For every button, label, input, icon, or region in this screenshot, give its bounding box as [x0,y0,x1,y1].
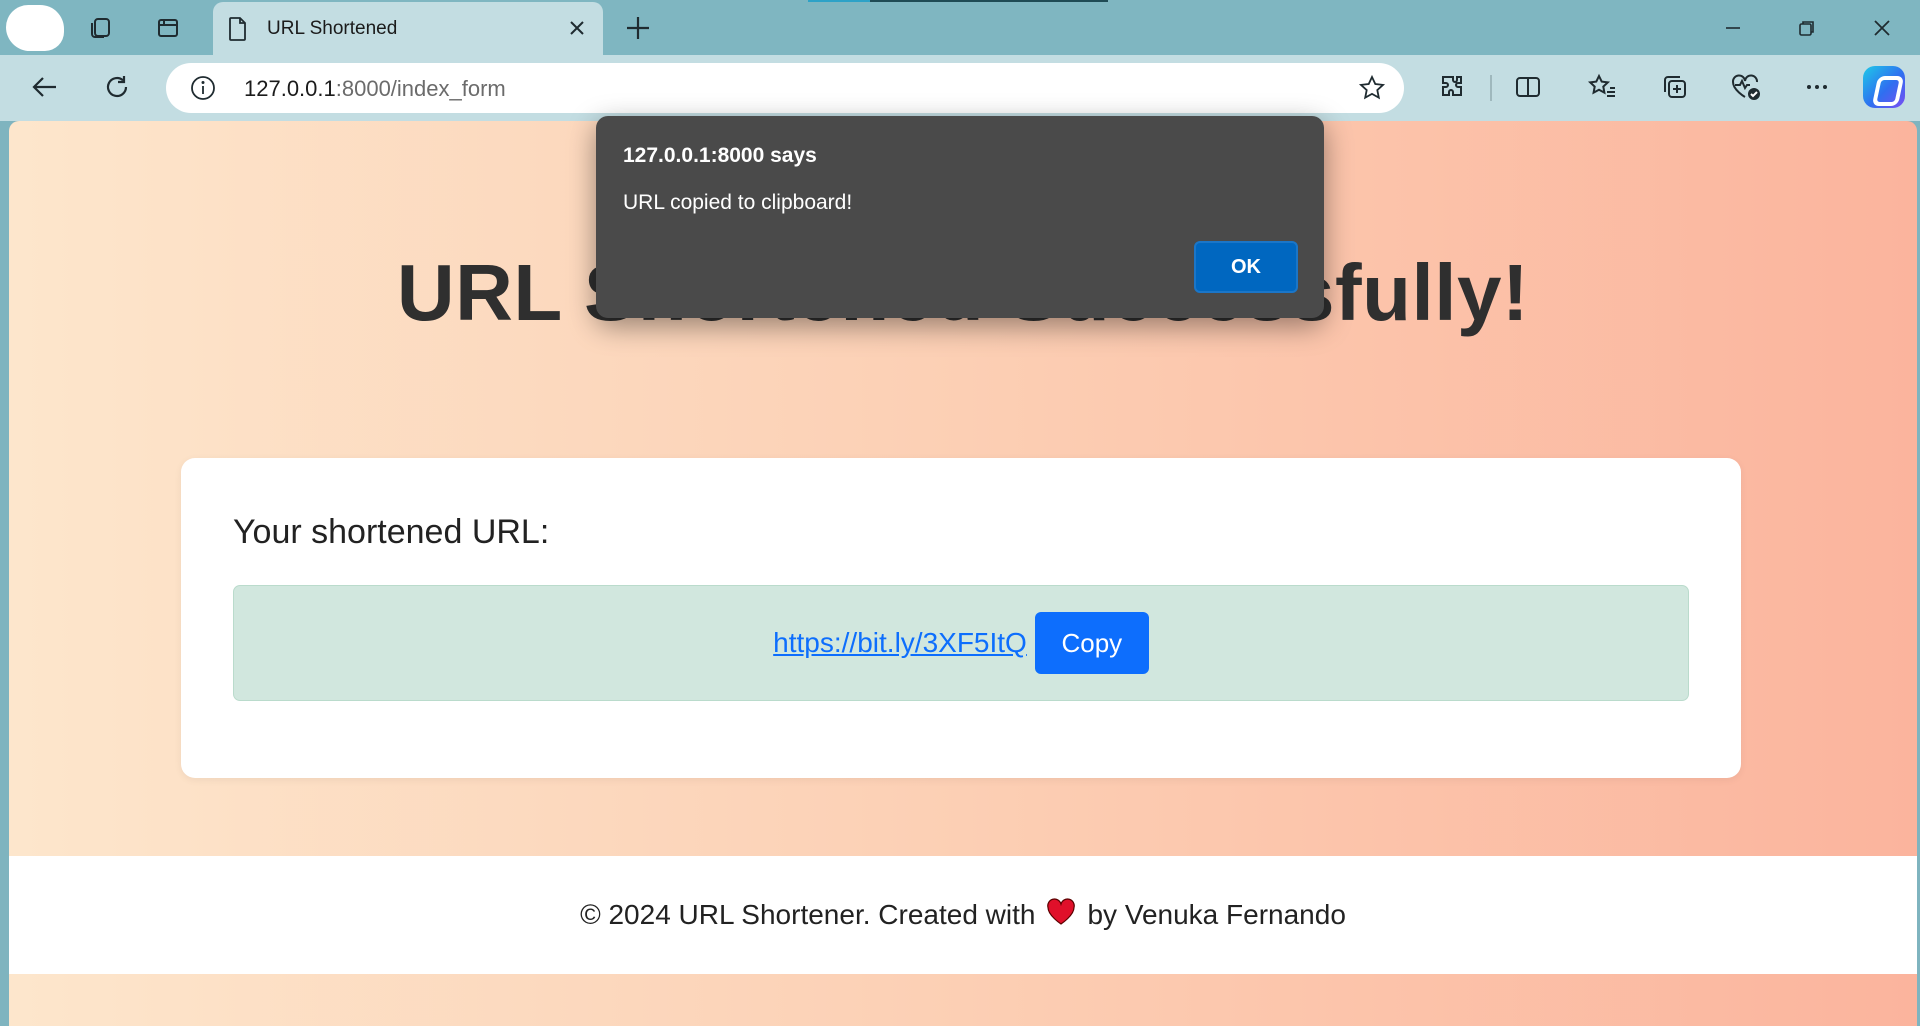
refresh-icon[interactable] [97,67,137,107]
close-window-icon[interactable] [1862,8,1902,48]
plus-icon[interactable] [620,10,656,46]
ellipsis-icon[interactable] [1797,67,1837,107]
footer-text-after: by Venuka Fernando [1087,899,1346,930]
dialog-message: URL copied to clipboard! [623,191,853,214]
puzzle-icon[interactable] [1432,67,1472,107]
restore-icon[interactable] [1787,8,1827,48]
info-icon[interactable] [190,75,216,106]
workspaces-icon[interactable] [82,10,118,46]
ok-button[interactable]: OK [1194,241,1298,293]
toolbar-divider [1490,75,1492,101]
shortened-url-link[interactable]: https://bit.ly/3XF5ItQ [773,627,1027,659]
copilot-icon[interactable] [1863,66,1905,108]
star-icon[interactable] [1358,74,1386,107]
tab-url-shortened[interactable]: URL Shortened [213,2,603,55]
dialog-origin: 127.0.0.1:8000 says [623,144,817,167]
copy-button[interactable]: Copy [1034,612,1149,674]
browser-toolbar: 127.0.0.1:8000/index_form [0,55,1920,121]
split-screen-icon[interactable] [1508,67,1548,107]
profile-avatar[interactable] [6,5,64,51]
heart-pulse-icon[interactable] [1726,67,1766,107]
minimize-icon[interactable] [1713,8,1753,48]
favorites-icon[interactable] [1582,67,1622,107]
back-arrow-icon[interactable] [25,67,65,107]
address-host: 127.0.0.1 [244,76,336,101]
document-icon [227,16,249,47]
close-tab-icon[interactable] [565,16,589,40]
result-card: Your shortened URL: https://bit.ly/3XF5I… [181,458,1741,778]
alert-dialog: 127.0.0.1:8000 says URL copied to clipbo… [596,116,1324,318]
result-box: https://bit.ly/3XF5ItQ Copy [233,585,1689,701]
tab-actions-icon[interactable] [150,10,186,46]
address-url: 127.0.0.1:8000/index_form [244,76,506,102]
shortened-url-label: Your shortened URL: [233,513,550,551]
address-bar[interactable]: 127.0.0.1:8000/index_form [166,63,1404,113]
tab-loading-indicator [808,0,1108,2]
address-path: :8000/index_form [335,76,506,101]
page-footer: © 2024 URL Shortener. Created with by Ve… [9,856,1917,974]
heart-icon [1045,897,1077,933]
footer-text-before: © 2024 URL Shortener. Created with [580,899,1036,930]
collections-icon[interactable] [1655,67,1695,107]
title-bar: URL Shortened [0,0,1920,55]
tab-title: URL Shortened [267,18,398,39]
